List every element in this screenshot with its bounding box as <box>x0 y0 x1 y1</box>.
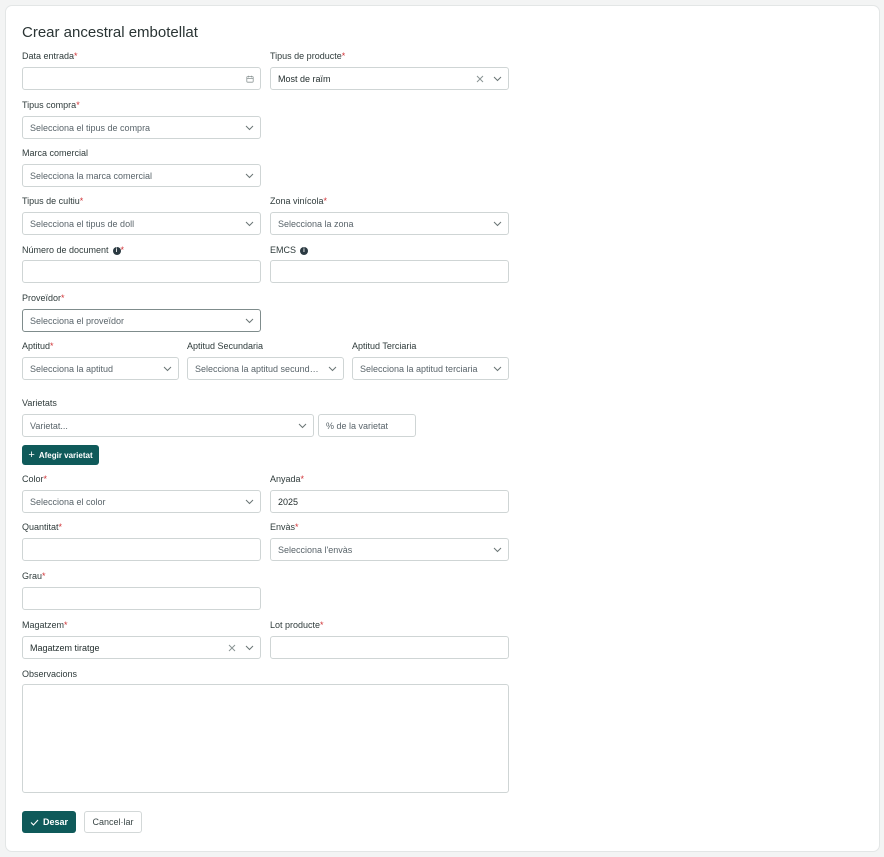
envas-select[interactable]: Selecciona l'envàs <box>270 538 509 561</box>
observacions-textarea[interactable] <box>22 684 509 793</box>
chevron-down-icon <box>486 213 508 234</box>
observacions-label: Observacions <box>22 669 78 679</box>
data-entrada-input[interactable] <box>22 67 261 90</box>
clear-icon[interactable] <box>226 637 238 658</box>
chevron-down-icon <box>486 358 508 379</box>
tipus-cultiu-label: Tipus de cultiu* <box>22 196 84 206</box>
magatzem-label: Magatzem* <box>22 620 68 630</box>
color-select[interactable]: Selecciona el color <box>22 490 261 513</box>
tipus-compra-label: Tipus compra* <box>22 100 80 110</box>
emcs-input[interactable] <box>270 260 509 283</box>
varietat-select[interactable]: Varietat... <box>22 414 314 437</box>
anyada-label: Anyada* <box>270 474 305 484</box>
calendar-icon[interactable] <box>240 68 260 89</box>
check-icon <box>30 819 39 826</box>
proveidor-select[interactable]: Selecciona el proveïdor <box>22 309 261 332</box>
plus-icon: + <box>28 449 35 461</box>
save-button[interactable]: Desar <box>22 811 76 833</box>
quantitat-input[interactable] <box>22 538 261 561</box>
aptitud-secundaria-label: Aptitud Secundaria <box>187 341 264 351</box>
chevron-down-icon <box>238 117 260 138</box>
chevron-down-icon <box>321 358 343 379</box>
aptitud-secundaria-select[interactable]: Selecciona la aptitud secundaria <box>187 357 344 380</box>
quantitat-label: Quantitat* <box>22 522 63 532</box>
tipus-compra-select[interactable]: Selecciona el tipus de compra <box>22 116 261 139</box>
chevron-down-icon <box>238 491 260 512</box>
numero-document-label: Número de document i * <box>22 245 125 255</box>
tipus-producte-select[interactable]: Most de raïm <box>270 67 509 90</box>
zona-vinicola-select[interactable]: Selecciona la zona <box>270 212 509 235</box>
grau-input[interactable] <box>22 587 261 610</box>
envas-label: Envàs* <box>270 522 299 532</box>
aptitud-terciaria-label: Aptitud Terciaria <box>352 341 417 351</box>
varietat-percent-input[interactable]: % de la varietat <box>318 414 416 437</box>
emcs-label: EMCS i <box>270 245 309 256</box>
aptitud-label: Aptitud* <box>22 341 54 351</box>
varietats-label: Varietats <box>22 398 57 408</box>
clear-icon[interactable] <box>474 68 486 89</box>
numero-document-input[interactable] <box>22 260 261 283</box>
proveidor-label: Proveïdor* <box>22 293 65 303</box>
chevron-down-icon <box>486 68 508 89</box>
lot-producte-label: Lot producte* <box>270 620 324 630</box>
marca-comercial-label: Marca comercial <box>22 148 89 158</box>
chevron-down-icon <box>156 358 178 379</box>
tipus-producte-label: Tipus de producte* <box>270 51 346 61</box>
add-varietat-button[interactable]: + Afegir varietat <box>22 445 99 465</box>
chevron-down-icon <box>238 310 260 331</box>
chevron-down-icon <box>486 539 508 560</box>
magatzem-select[interactable]: Magatzem tiratge <box>22 636 261 659</box>
info-icon[interactable]: i <box>112 246 121 255</box>
tipus-cultiu-select[interactable]: Selecciona el tipus de doll <box>22 212 261 235</box>
marca-comercial-select[interactable]: Selecciona la marca comercial <box>22 164 261 187</box>
zona-vinicola-label: Zona vinícola* <box>270 196 328 206</box>
info-icon[interactable]: i <box>300 246 309 255</box>
chevron-down-icon <box>238 213 260 234</box>
aptitud-select[interactable]: Selecciona la aptitud <box>22 357 179 380</box>
page-title: Crear ancestral embotellat <box>22 24 198 41</box>
chevron-down-icon <box>238 165 260 186</box>
lot-producte-input[interactable] <box>270 636 509 659</box>
chevron-down-icon <box>291 415 313 436</box>
anyada-input[interactable]: 2025 <box>270 490 509 513</box>
grau-label: Grau* <box>22 571 46 581</box>
cancel-button[interactable]: Cancel·lar <box>84 811 142 833</box>
chevron-down-icon <box>238 637 260 658</box>
color-label: Color* <box>22 474 48 484</box>
data-entrada-label: Data entrada* <box>22 51 78 61</box>
aptitud-terciaria-select[interactable]: Selecciona la aptitud terciaria <box>352 357 509 380</box>
